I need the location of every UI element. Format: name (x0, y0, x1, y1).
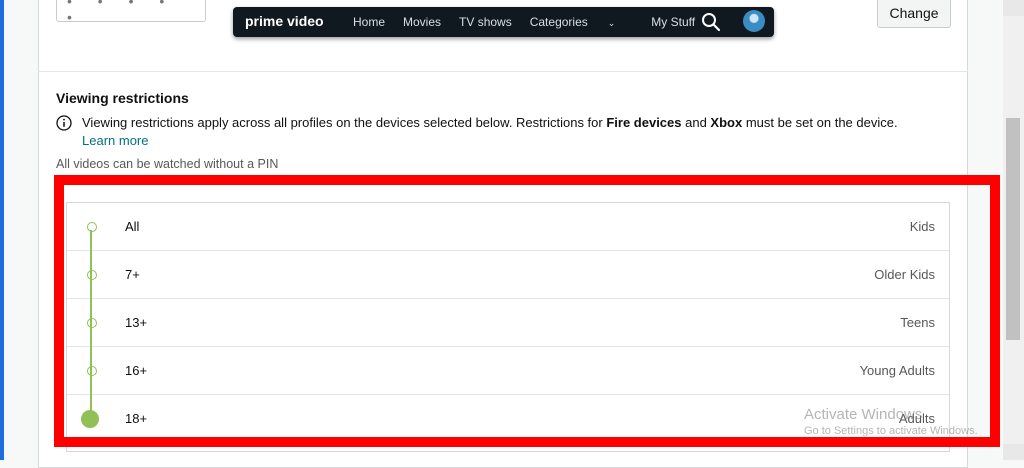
chevron-down-icon: ⌄ (607, 18, 616, 28)
scrollbar-thumb[interactable] (1006, 118, 1020, 340)
level-marker-icon (87, 365, 97, 376)
level-marker-icon (87, 269, 97, 280)
age-label: 7+ (125, 267, 140, 282)
age-category: Teens (900, 315, 935, 330)
xbox-text: Xbox (710, 115, 743, 130)
info-text-part: Viewing restrictions apply across all pr… (82, 115, 607, 130)
nav-categories-label: Categories (529, 15, 588, 29)
learn-more-link[interactable]: Learn more (82, 133, 148, 148)
age-label: All (125, 219, 140, 234)
change-button[interactable]: Change (877, 0, 951, 28)
level-marker-icon (87, 317, 97, 328)
age-level-row[interactable]: All Kids (67, 203, 949, 251)
age-category: Older Kids (874, 267, 935, 282)
nav-categories[interactable]: Categories ⌄ (530, 15, 634, 29)
windows-activation-watermark: Activate Windows Go to Settings to activ… (804, 406, 978, 437)
scroll-up-arrow-icon[interactable] (1003, 0, 1024, 16)
prime-video-navbar: prime video Home Movies TV shows Categor… (233, 7, 774, 37)
watermark-title: Activate Windows (804, 406, 923, 423)
pin-field[interactable]: • • • • • (56, 0, 206, 25)
pin-status-note: All videos can be watched without a PIN (56, 157, 279, 171)
prime-video-logo[interactable]: prime video (245, 13, 324, 29)
age-category: Young Adults (859, 363, 935, 378)
nav-home[interactable]: Home (353, 15, 385, 29)
age-level-row[interactable]: 7+ Older Kids (67, 251, 949, 299)
search-icon[interactable] (701, 12, 721, 32)
section-title: Viewing restrictions (56, 90, 189, 106)
info-icon (56, 115, 72, 131)
age-label: 16+ (125, 363, 148, 378)
restriction-info-text: Viewing restrictions apply across all pr… (82, 115, 898, 130)
vertical-scrollbar[interactable] (1003, 0, 1024, 460)
window-edge (0, 0, 4, 460)
nav-menu: Home Movies TV shows Categories ⌄ My Stuf… (353, 15, 713, 29)
profile-avatar[interactable] (743, 10, 765, 32)
level-marker-icon (87, 221, 97, 232)
age-label: 13+ (125, 315, 148, 330)
section-divider (38, 71, 968, 72)
age-level-row[interactable]: 13+ Teens (67, 299, 949, 347)
nav-movies[interactable]: Movies (403, 15, 441, 29)
watermark-subtitle: Go to Settings to activate Windows. (804, 425, 978, 437)
info-text-part: must be set on the device. (742, 115, 898, 130)
fire-devices-text: Fire devices (606, 115, 682, 130)
nav-my-stuff[interactable]: My Stuff (651, 15, 695, 29)
restriction-slider-track[interactable] (90, 230, 92, 420)
scroll-down-arrow-icon[interactable] (1003, 444, 1024, 460)
age-level-row[interactable]: 16+ Young Adults (67, 347, 949, 395)
age-category: Kids (909, 219, 935, 234)
age-label: 18+ (125, 411, 148, 426)
nav-tv-shows[interactable]: TV shows (459, 15, 512, 29)
info-text-part: and (681, 115, 711, 130)
